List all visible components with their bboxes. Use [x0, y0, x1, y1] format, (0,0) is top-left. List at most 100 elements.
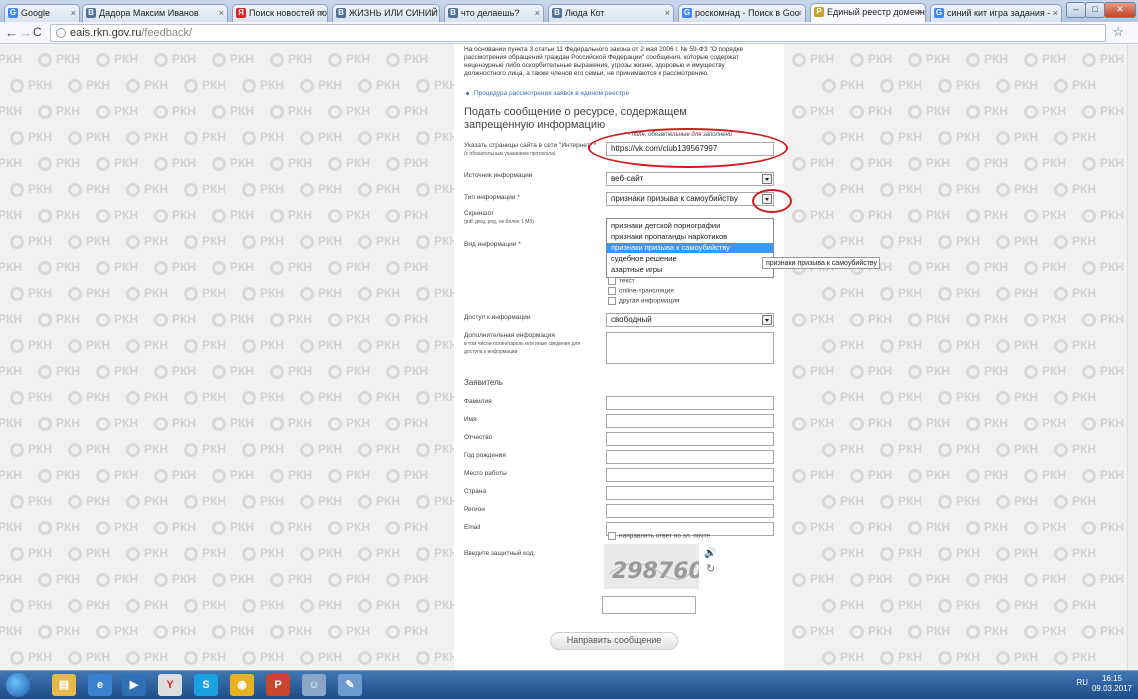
clock[interactable]: 16:15 09.03.2017: [1092, 674, 1132, 694]
submit-button[interactable]: Направить сообщение: [550, 632, 678, 650]
watermark-item: РКН: [416, 546, 458, 561]
rkn-logo-icon: [154, 156, 168, 171]
watermark-text: РКН: [1042, 572, 1066, 586]
kind-checkbox-online[interactable]: online-трансляция: [608, 287, 674, 296]
windows-taskbar: ▤ e ▶ Y S ◉ P ☺ ✎ RU 16:15 09.03.2017: [0, 670, 1138, 699]
email-reply-checkbox[interactable]: направлять ответ по эл. почте: [608, 532, 710, 541]
applicant-input[interactable]: [606, 396, 774, 410]
tab-close-icon[interactable]: ×: [535, 5, 540, 22]
tab-7[interactable]: Р Единый реестр доменны ×: [810, 3, 926, 22]
access-select[interactable]: свободный: [606, 313, 774, 327]
rkn-logo-icon: [126, 130, 140, 145]
watermark-item: РКН: [184, 78, 226, 93]
tab-3[interactable]: ВЖИЗНЬ ИЛИ СИНИЙ КИТ×: [332, 4, 440, 22]
address-bar[interactable]: eais.rkn.gov.ru/feedback/: [50, 24, 1106, 42]
watermark-text: РКН: [956, 598, 980, 612]
option-suicide[interactable]: признаки призыва к самоубийству: [607, 243, 773, 253]
watermark-text: РКН: [956, 546, 980, 560]
tab-close-icon[interactable]: ×: [319, 5, 324, 22]
watermark-text: РКН: [1072, 650, 1096, 664]
watermark-text: РКН: [172, 312, 196, 326]
app-icon[interactable]: ☺: [302, 674, 326, 696]
bookmark-star-icon[interactable]: ☆: [1112, 24, 1124, 40]
tab-close-icon[interactable]: ×: [1053, 5, 1058, 22]
rkn-logo-icon: [358, 494, 372, 509]
rkn-logo-icon: [1054, 338, 1068, 353]
applicant-input[interactable]: [606, 414, 774, 428]
applicant-input[interactable]: [606, 468, 774, 482]
media-icon[interactable]: ▶: [122, 674, 146, 696]
source-select[interactable]: веб-сайт: [606, 172, 774, 186]
watermark-item: РКН: [1082, 572, 1124, 587]
type-select[interactable]: признаки призыва к самоубийству: [606, 192, 774, 206]
rkn-logo-icon: [908, 364, 922, 379]
tab-close-icon[interactable]: ×: [797, 5, 802, 22]
refresh-icon[interactable]: ↻: [706, 562, 715, 575]
tab-close-icon[interactable]: ×: [431, 5, 436, 22]
watermark-text: РКН: [1072, 182, 1096, 196]
audio-icon[interactable]: 🔊: [704, 548, 716, 559]
forward-icon[interactable]: →: [19, 24, 32, 41]
watermark-text: РКН: [56, 156, 80, 170]
watermark-item: РКН: [1082, 364, 1124, 379]
rkn-logo-icon: [10, 650, 24, 665]
tab-4[interactable]: Вчто делаешь? ×: [444, 4, 544, 22]
tab-close-icon[interactable]: ×: [665, 5, 670, 22]
rkn-logo-icon: [358, 598, 372, 613]
ie-icon[interactable]: e: [88, 674, 112, 696]
watermark-item: РКН: [416, 494, 458, 509]
checkbox[interactable]: [608, 532, 616, 540]
rkn-logo-icon: [792, 624, 806, 639]
option-drugs[interactable]: признаки пропаганды наркотиков: [607, 232, 773, 242]
watermark-text: РКН: [318, 130, 342, 144]
powerpoint-icon[interactable]: P: [266, 674, 290, 696]
option-gambling[interactable]: азартные игры: [607, 265, 773, 275]
kind-checkbox-text[interactable]: текст: [608, 277, 635, 286]
rkn-logo-icon: [880, 546, 894, 561]
watermark-text: РКН: [926, 312, 950, 326]
applicant-input[interactable]: [606, 504, 774, 518]
tab-2[interactable]: ЯПоиск новостей по запро×: [232, 4, 328, 22]
captcha-input[interactable]: [602, 596, 696, 614]
chevron-down-icon[interactable]: [762, 174, 772, 184]
chrome-icon[interactable]: ◉: [230, 674, 254, 696]
watermark-item: РКН: [184, 442, 226, 457]
checkbox[interactable]: [608, 297, 616, 305]
applicant-input[interactable]: [606, 432, 774, 446]
tab-5[interactable]: В Люда Кот ×: [548, 4, 674, 22]
tab-6[interactable]: Gроскомнад - Поиск в Goo ×: [678, 4, 806, 22]
applicant-input[interactable]: [606, 486, 774, 500]
tab-close-icon[interactable]: ×: [917, 4, 922, 21]
tab-1[interactable]: В Дадора Максим Иванов ×: [82, 4, 228, 22]
option-child-porn[interactable]: признаки детской порнографии: [607, 221, 773, 231]
start-button[interactable]: [6, 673, 30, 697]
reload-icon[interactable]: C: [33, 24, 42, 41]
page-scrollbar[interactable]: [1127, 44, 1138, 670]
yandex-icon[interactable]: Y: [158, 674, 182, 696]
checkbox[interactable]: [608, 287, 616, 295]
maximize-button[interactable]: □: [1085, 2, 1105, 18]
procedure-link[interactable]: Процедура рассмотрения заявок в едином р…: [466, 90, 629, 97]
rkn-logo-icon: [126, 390, 140, 405]
watermark-text: РКН: [1072, 78, 1096, 92]
tab-0[interactable]: G Google ×: [4, 4, 80, 22]
minimize-button[interactable]: –: [1066, 2, 1086, 18]
option-court-decision[interactable]: судебное решение: [607, 254, 773, 264]
tray-language[interactable]: RU: [1076, 678, 1088, 687]
back-icon[interactable]: ←: [5, 24, 18, 41]
kind-checkbox-other[interactable]: другая информация: [608, 297, 680, 306]
tab-8[interactable]: Gсиний кит игра задания - ×: [930, 4, 1062, 22]
skype-icon[interactable]: S: [194, 674, 218, 696]
tab-close-icon[interactable]: ×: [71, 5, 76, 22]
paint-icon[interactable]: ✎: [338, 674, 362, 696]
watermark-text: РКН: [28, 598, 52, 612]
rkn-logo-icon: [938, 286, 952, 301]
checkbox[interactable]: [608, 277, 616, 285]
extra-textarea[interactable]: [606, 332, 774, 364]
close-button[interactable]: ✕: [1104, 2, 1136, 18]
tab-close-icon[interactable]: ×: [219, 5, 224, 22]
applicant-input[interactable]: [606, 450, 774, 464]
explorer-icon[interactable]: ▤: [52, 674, 76, 696]
watermark-text: РКН: [1072, 390, 1096, 404]
chevron-down-icon[interactable]: [762, 315, 772, 325]
